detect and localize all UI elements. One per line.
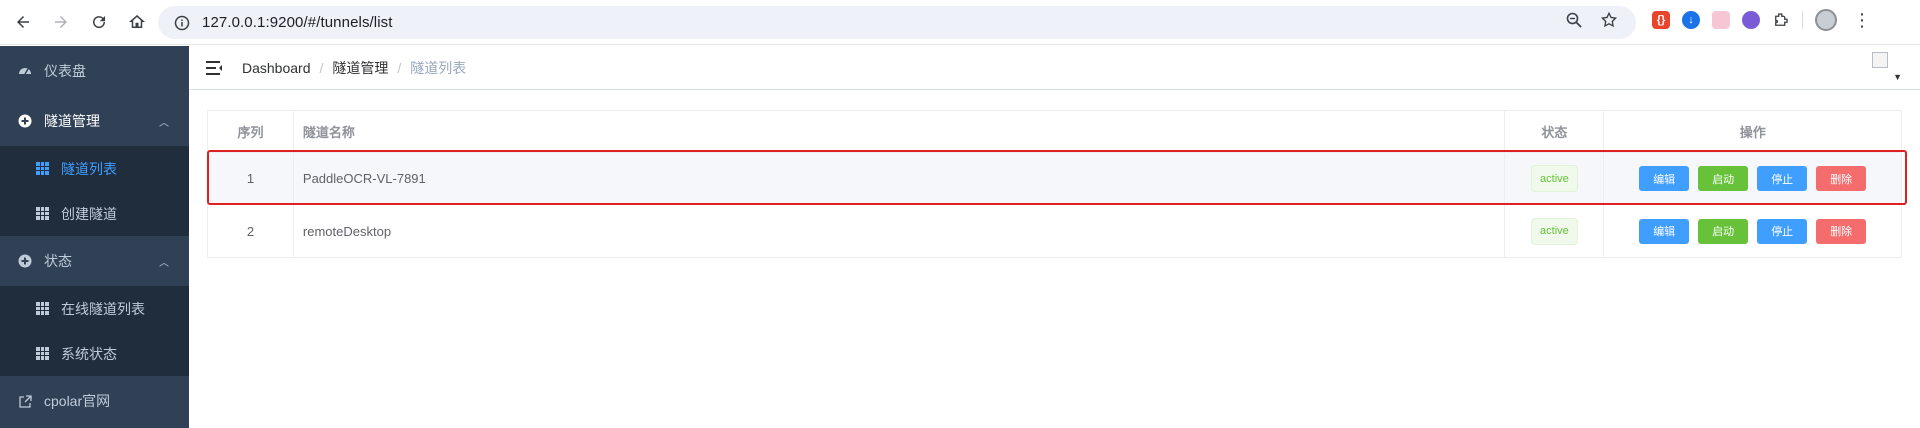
chevron-up-icon: ︿ (159, 257, 169, 269)
sidebar-item-online-tunnels[interactable]: 在线隧道列表 (0, 286, 189, 331)
stop-button[interactable]: 停止 (1757, 218, 1808, 244)
sidebar-item-dashboard[interactable]: 仪表盘 (0, 46, 189, 96)
delete-button[interactable]: 删除 (1816, 218, 1867, 244)
table-icon (35, 302, 49, 316)
sidebar: 仪表盘 隧道管理 ︿ 隧道列表 创建隧道 状态 ︿ 在线隧道列表 系统状态 cp… (0, 46, 189, 428)
table-row[interactable]: 2 remoteDesktop active 编辑 启动 停止 删除 (208, 205, 1901, 257)
sidebar-item-label: 隧道列表 (61, 160, 117, 177)
sidebar-item-label: 在线隧道列表 (61, 300, 145, 317)
sidebar-item-system-status[interactable]: 系统状态 (0, 331, 189, 376)
profile-avatar[interactable] (1815, 9, 1837, 31)
extension-icon[interactable] (1712, 11, 1730, 29)
dashboard-icon (18, 64, 32, 78)
row-index: 1 (208, 153, 294, 204)
status-badge: active (1531, 217, 1578, 245)
tunnel-table: 序列 隧道名称 状态 操作 1 PaddleOCR-VL-7891 active… (207, 110, 1902, 258)
start-button[interactable]: 启动 (1698, 166, 1749, 191)
actions-cell: 编辑 启动 停止 删除 (1604, 153, 1901, 204)
table-icon (35, 347, 49, 361)
extension-icon[interactable]: {} (1652, 11, 1670, 29)
user-dropdown[interactable]: ▼ (1868, 52, 1902, 84)
chevron-up-icon: ︿ (159, 117, 169, 129)
edit-button[interactable]: 编辑 (1639, 218, 1690, 244)
sidebar-item-cpolar-site[interactable]: cpolar官网 (0, 376, 189, 426)
status-badge: active (1531, 165, 1578, 192)
status-cell: active (1505, 205, 1605, 257)
browser-toolbar: 127.0.0.1:9200/#/tunnels/list {} ↓ ⋮ (0, 0, 1920, 45)
sidebar-item-label: 状态 (44, 253, 72, 269)
column-header-name: 隧道名称 (294, 111, 1506, 152)
url-text[interactable]: 127.0.0.1:9200/#/tunnels/list (202, 14, 393, 31)
breadcrumb-separator: / (319, 59, 324, 76)
forward-icon[interactable] (46, 7, 76, 37)
site-info-icon[interactable] (168, 15, 196, 31)
external-link-icon (18, 394, 32, 408)
home-icon[interactable] (122, 7, 152, 37)
caret-down-icon[interactable]: ▼ (1893, 72, 1902, 82)
back-icon[interactable] (8, 7, 38, 37)
sidebar-item-label: 仪表盘 (44, 63, 86, 79)
plus-circle-icon (18, 254, 32, 268)
navbar: Dashboard / 隧道管理 / 隧道列表 ▼ (189, 46, 1920, 90)
nav-buttons (8, 7, 152, 37)
zoom-icon[interactable] (1566, 12, 1582, 33)
extension-icon[interactable] (1742, 11, 1760, 29)
breadcrumb-separator: / (397, 59, 402, 76)
start-button[interactable]: 启动 (1698, 218, 1749, 244)
stop-button[interactable]: 停止 (1757, 166, 1808, 191)
breadcrumb-tunnel-list: 隧道列表 (410, 59, 467, 76)
table-row[interactable]: 1 PaddleOCR-VL-7891 active 编辑 启动 停止 删除 (208, 153, 1901, 205)
sidebar-item-label: 创建隧道 (61, 205, 117, 222)
table-header-row: 序列 隧道名称 状态 操作 (208, 111, 1901, 153)
bookmark-star-icon[interactable] (1600, 11, 1618, 34)
sidebar-item-tunnel-list[interactable]: 隧道列表 (0, 146, 189, 191)
sidebar-item-status[interactable]: 状态 ︿ (0, 236, 189, 286)
sidebar-item-label: cpolar官网 (44, 393, 111, 409)
reload-icon[interactable] (84, 7, 114, 37)
sidebar-item-label: 隧道管理 (44, 113, 100, 129)
table-icon (35, 162, 49, 176)
tunnel-name: remoteDesktop (294, 205, 1506, 257)
plus-circle-icon (18, 114, 32, 128)
actions-cell: 编辑 启动 停止 删除 (1604, 205, 1901, 257)
delete-button[interactable]: 删除 (1816, 166, 1867, 191)
column-header-index: 序列 (208, 111, 294, 152)
hamburger-icon[interactable] (204, 58, 224, 78)
breadcrumb-dashboard[interactable]: Dashboard (242, 60, 311, 76)
menu-kebab-icon[interactable]: ⋮ (1853, 10, 1871, 31)
status-cell: active (1505, 153, 1605, 204)
avatar-image[interactable] (1872, 52, 1888, 68)
tunnel-name: PaddleOCR-VL-7891 (294, 153, 1506, 204)
puzzle-icon[interactable] (1772, 11, 1790, 29)
sidebar-item-tunnel-management[interactable]: 隧道管理 ︿ (0, 96, 189, 146)
breadcrumb-tunnel-management[interactable]: 隧道管理 (332, 58, 388, 78)
table-icon (35, 207, 49, 221)
column-header-status: 状态 (1505, 111, 1605, 152)
edit-button[interactable]: 编辑 (1639, 166, 1690, 191)
breadcrumb: Dashboard / 隧道管理 / 隧道列表 (242, 58, 466, 78)
sidebar-item-label: 系统状态 (61, 345, 117, 362)
extension-icons: {} ↓ ⋮ (1652, 9, 1871, 31)
row-index: 2 (208, 205, 294, 257)
download-extension-icon[interactable]: ↓ (1682, 11, 1700, 29)
column-header-actions: 操作 (1739, 125, 1766, 140)
address-bar[interactable]: 127.0.0.1:9200/#/tunnels/list (158, 6, 1636, 39)
sidebar-item-create-tunnel[interactable]: 创建隧道 (0, 191, 189, 236)
